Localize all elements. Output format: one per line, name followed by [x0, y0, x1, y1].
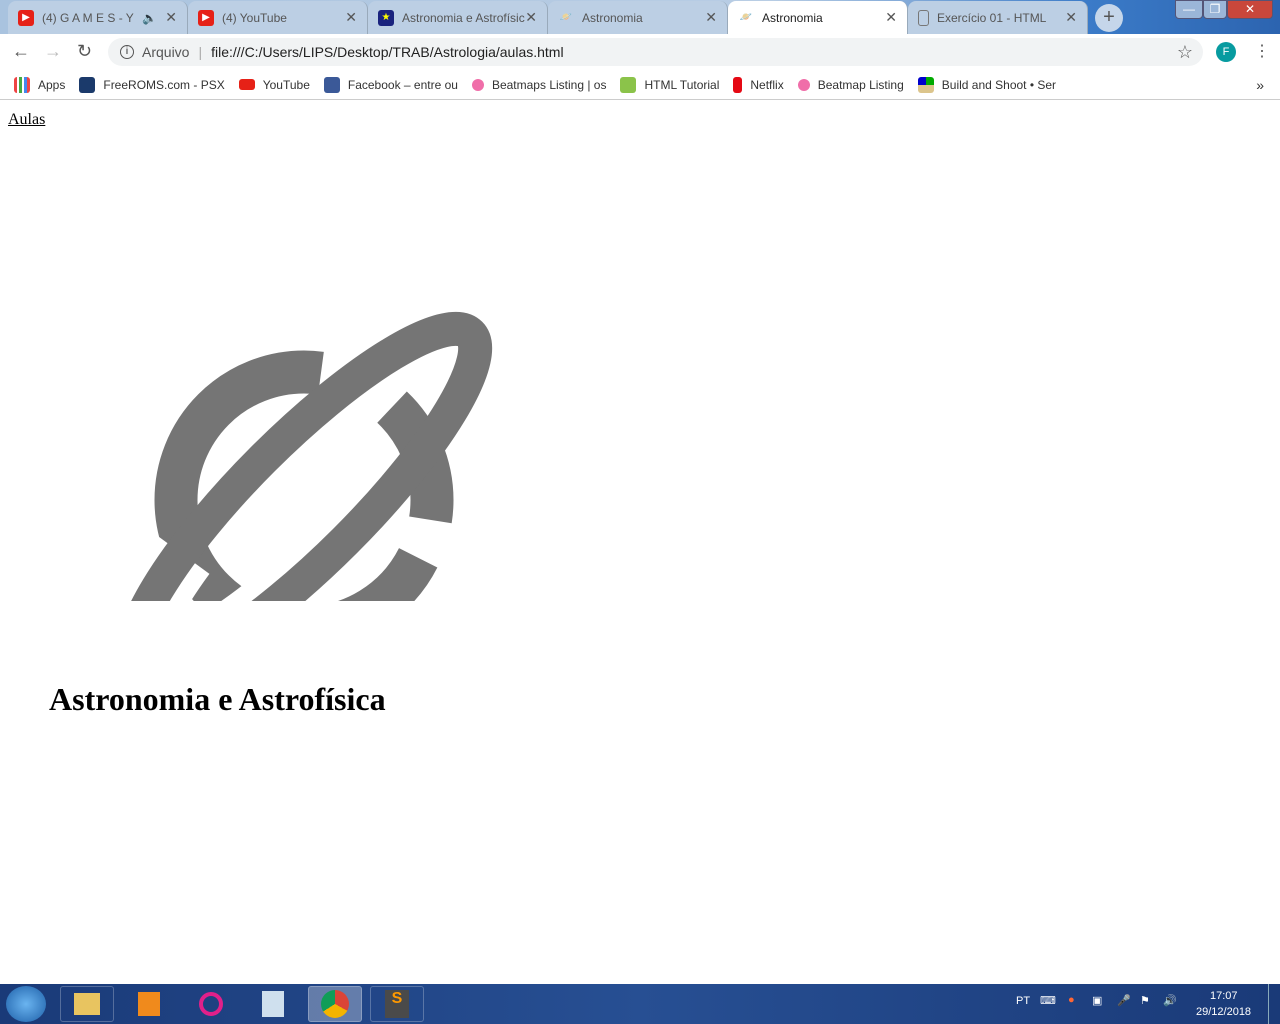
page-content: Aulas Astronomia e Astrofísica — [0, 101, 1280, 983]
more-bookmarks-icon[interactable]: » — [1256, 77, 1264, 93]
security-label: Arquivo — [142, 44, 190, 60]
osu-icon — [797, 78, 810, 91]
tab-astronomia-active[interactable]: 🪐 Astronomia ✕ — [728, 1, 908, 34]
planet-icon: 🪐 — [559, 12, 573, 23]
network-icon[interactable]: ▣ — [1092, 994, 1102, 1007]
action-center-icon[interactable]: ⚑ — [1140, 994, 1150, 1007]
bookmark-netflix[interactable]: Netflix — [733, 76, 784, 93]
bookmark-facebook[interactable]: Facebook – entre ou — [323, 76, 458, 93]
close-tab-icon[interactable]: ✕ — [165, 9, 177, 26]
bookmarks-bar: Apps FreeROMS.com - PSX YouTube Facebook… — [0, 70, 1280, 100]
clock-date[interactable]: 29/12/2018 — [1196, 1006, 1251, 1018]
info-icon[interactable]: i — [120, 45, 134, 59]
star-bookmark-icon[interactable]: ☆ — [1177, 42, 1193, 63]
netflix-icon — [733, 76, 743, 93]
taskbar: S PT ⌨ ● ▣ 🎤 ⚑ 🔊 17:07 29/12/2018 — [0, 984, 1280, 1024]
bookmark-html-tutorial[interactable]: HTML Tutorial — [620, 76, 719, 93]
app-taskbar-icon[interactable] — [184, 986, 238, 1022]
close-tab-icon[interactable]: ✕ — [705, 9, 717, 26]
audio-icon[interactable]: 🔈 — [142, 11, 157, 25]
facebook-icon — [323, 76, 340, 93]
tray-app-icon[interactable]: ● — [1068, 994, 1075, 1006]
file-icon — [918, 9, 929, 26]
build-and-shoot-icon — [917, 76, 934, 93]
divider: | — [198, 44, 203, 60]
planet-icon — [100, 293, 500, 601]
forward-button[interactable]: → — [44, 41, 62, 62]
show-desktop-button[interactable] — [1268, 984, 1280, 1024]
star-icon: ★ — [378, 9, 394, 26]
w3schools-icon — [620, 76, 637, 93]
keyboard-icon[interactable]: ⌨ — [1040, 994, 1056, 1007]
close-tab-icon[interactable]: ✕ — [1065, 9, 1077, 26]
tab-exercicio[interactable]: Exercício 01 - HTML ✕ — [908, 1, 1088, 34]
address-bar[interactable]: i Arquivo | file:///C:/Users/LIPS/Deskto… — [108, 38, 1203, 66]
restore-button[interactable]: ❐ — [1203, 0, 1227, 19]
youtube-icon — [238, 79, 255, 90]
menu-icon[interactable]: ⋮ — [1254, 41, 1270, 61]
language-indicator[interactable]: PT — [1016, 995, 1030, 1007]
tab-strip: ▶ (4) G A M E S - Y 🔈 ✕ ▶ (4) YouTube ✕ ★ Astr… — [0, 0, 1280, 34]
close-tab-icon[interactable]: ✕ — [525, 9, 537, 26]
page-title: Astronomia e Astrofísica — [49, 681, 386, 717]
youtube-icon: ▶ — [18, 9, 34, 26]
reload-button[interactable]: ↻ — [77, 41, 92, 62]
tab-youtube[interactable]: ▶ (4) YouTube ✕ — [188, 1, 368, 34]
minimize-button[interactable]: — — [1175, 0, 1203, 19]
bookmark-apps[interactable]: Apps — [14, 76, 65, 93]
bookmark-youtube[interactable]: YouTube — [238, 78, 310, 92]
url-text[interactable]: file:///C:/Users/LIPS/Desktop/TRAB/Astro… — [211, 44, 563, 60]
media-player-taskbar-icon[interactable] — [122, 986, 176, 1022]
avatar[interactable]: F — [1216, 42, 1236, 62]
close-tab-icon[interactable]: ✕ — [345, 9, 357, 26]
back-button[interactable]: ← — [12, 41, 30, 62]
browser-toolbar: ← → ↻ i Arquivo | file:///C:/Users/LIPS/… — [0, 34, 1280, 70]
bookmark-beatmaps-osu[interactable]: Beatmaps Listing | os — [471, 78, 606, 92]
close-window-button[interactable]: ✕ — [1227, 0, 1273, 19]
start-button[interactable] — [6, 986, 46, 1022]
explorer-taskbar-icon[interactable] — [60, 986, 114, 1022]
youtube-icon: ▶ — [198, 9, 214, 26]
tab-astronomia-astrofisica[interactable]: ★ Astronomia e Astrofísica ✕ — [368, 1, 548, 34]
bookmark-build-and-shoot[interactable]: Build and Shoot • Ser — [917, 76, 1056, 93]
tab-astronomia[interactable]: 🪐 Astronomia ✕ — [548, 1, 728, 34]
close-tab-icon[interactable]: ✕ — [885, 9, 897, 26]
tab-games[interactable]: ▶ (4) G A M E S - Y 🔈 ✕ — [8, 1, 188, 34]
chrome-taskbar-icon[interactable] — [308, 986, 362, 1022]
sublime-taskbar-icon[interactable]: S — [370, 986, 424, 1022]
new-tab-button[interactable]: + — [1095, 4, 1123, 32]
apps-grid-icon — [14, 76, 30, 93]
virtualbox-taskbar-icon[interactable] — [246, 986, 300, 1022]
bookmark-beatmap-listing[interactable]: Beatmap Listing — [797, 78, 904, 92]
volume-icon[interactable]: 🔊 — [1163, 994, 1177, 1007]
planet-icon: 🪐 — [739, 12, 753, 23]
bookmark-freeroms[interactable]: FreeROMS.com - PSX — [79, 76, 225, 93]
freeroms-icon — [79, 76, 96, 93]
clock-time[interactable]: 17:07 — [1210, 990, 1238, 1002]
aulas-link[interactable]: Aulas — [8, 111, 45, 129]
osu-icon — [471, 78, 484, 91]
microphone-icon[interactable]: 🎤 — [1117, 994, 1131, 1007]
